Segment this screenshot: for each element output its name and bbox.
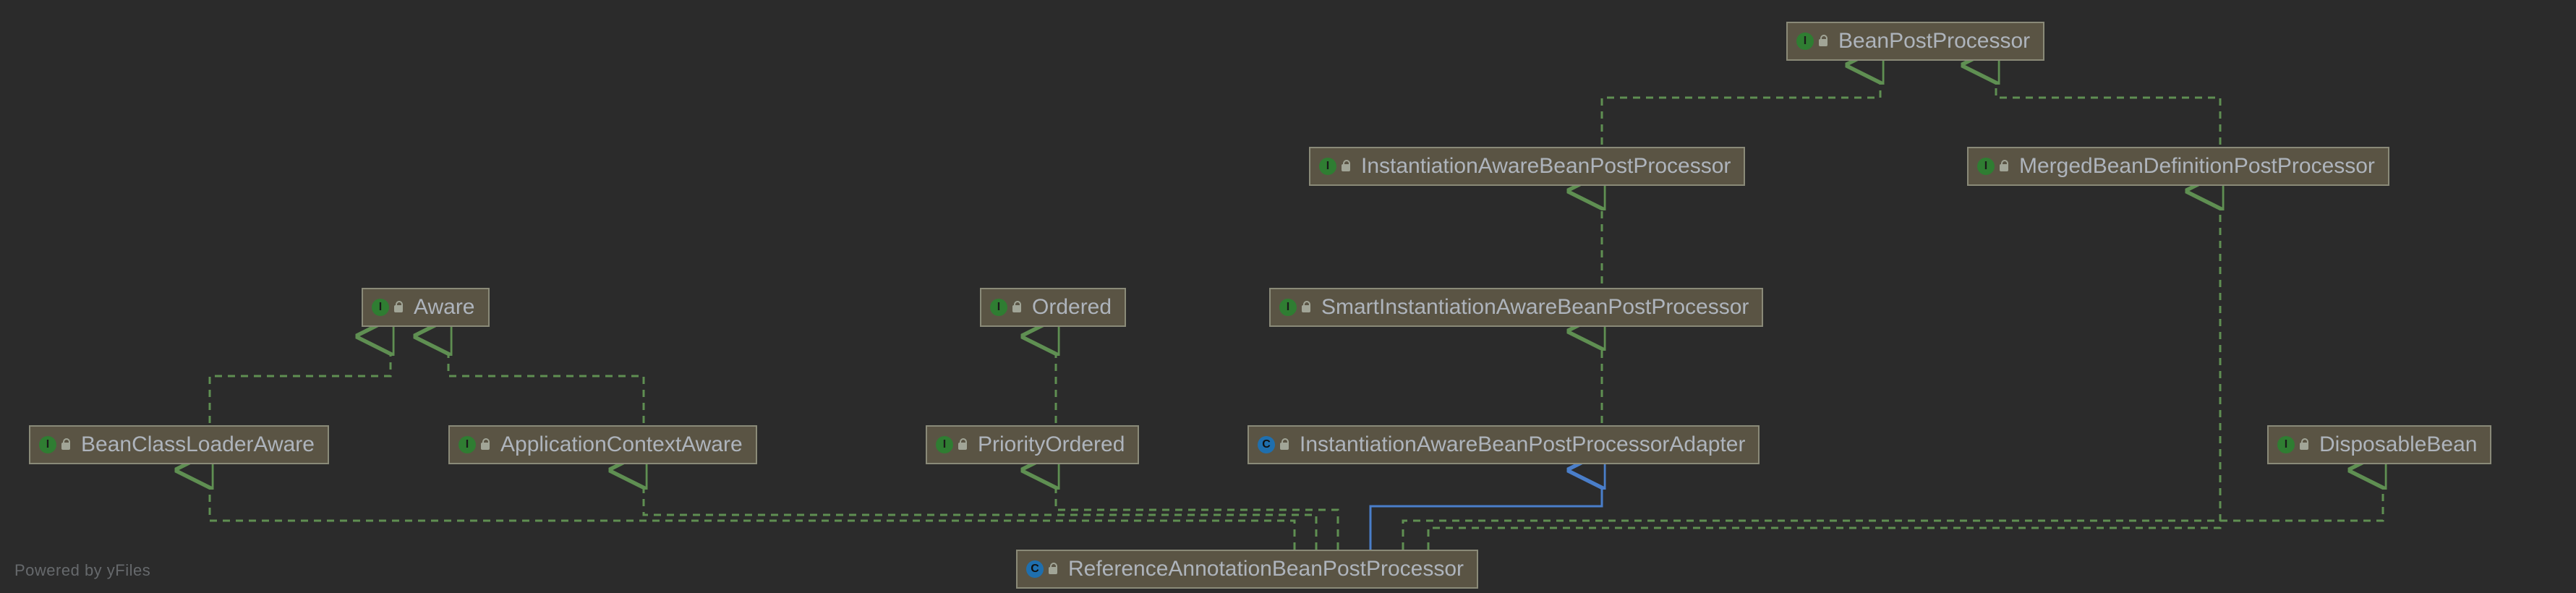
lock-icon (2298, 438, 2311, 451)
interface-icon: I (1796, 33, 1830, 50)
lock-icon (956, 438, 969, 451)
edge-bcla-to-aware (210, 336, 391, 423)
interface-icon: I (372, 299, 405, 316)
lock-icon (392, 301, 405, 314)
node-label: ApplicationContextAware (500, 432, 743, 457)
node-label: InstantiationAwareBeanPostProcessor (1361, 154, 1731, 179)
node-ref-anno-bpp[interactable]: C ReferenceAnnotationBeanPostProcessor (1016, 550, 1478, 589)
lock-icon (1339, 160, 1352, 173)
lock-icon (1010, 301, 1023, 314)
node-label: ReferenceAnnotationBeanPostProcessor (1068, 557, 1464, 581)
node-merged-bdpp[interactable]: I MergedBeanDefinitionPostProcessor (1967, 147, 2389, 186)
node-label: SmartInstantiationAwareBeanPostProcessor (1321, 295, 1749, 320)
node-priority-ordered[interactable]: I PriorityOrdered (926, 425, 1139, 464)
node-label: BeanPostProcessor (1838, 29, 2030, 54)
node-label: Aware (414, 295, 475, 320)
interface-icon: I (1319, 158, 1352, 175)
class-icon: C (1258, 436, 1291, 453)
lock-icon (1300, 301, 1313, 314)
edge-ref-to-disposable (1403, 470, 2383, 550)
node-label: PriorityOrdered (978, 432, 1125, 457)
class-icon: C (1026, 560, 1059, 578)
node-ordered[interactable]: I Ordered (980, 288, 1126, 327)
interface-icon: I (459, 436, 492, 453)
lock-icon (1278, 438, 1291, 451)
edge-ref-to-adapter (1370, 470, 1602, 550)
edge-ref-to-po (1056, 470, 1338, 550)
lock-icon (1046, 563, 1059, 576)
edge-aca-to-aware (448, 336, 644, 423)
edge-ref-to-merged (1428, 191, 2220, 550)
interface-icon: I (1977, 158, 2010, 175)
node-disposable-bean[interactable]: I DisposableBean (2267, 425, 2491, 464)
lock-icon (479, 438, 492, 451)
edge-instantiation-aware-to-bpp (1602, 65, 1880, 145)
interface-icon: I (39, 436, 72, 453)
node-label: Ordered (1032, 295, 1112, 320)
lock-icon (1817, 35, 1830, 48)
edge-ref-to-bcla (210, 470, 1295, 550)
interface-icon: I (990, 299, 1023, 316)
edge-merged-bdpp-to-bpp (1996, 65, 2220, 145)
interface-icon: I (2277, 436, 2311, 453)
credits-label: Powered by yFiles (14, 561, 150, 580)
node-aware[interactable]: I Aware (362, 288, 490, 327)
node-instantiation-aware-bpp[interactable]: I InstantiationAwareBeanPostProcessor (1309, 147, 1745, 186)
interface-icon: I (1279, 299, 1313, 316)
lock-icon (59, 438, 72, 451)
diagram-canvas: I BeanPostProcessor I InstantiationAware… (0, 0, 2576, 593)
edge-ref-to-aca (644, 470, 1316, 550)
node-label: InstantiationAwareBeanPostProcessorAdapt… (1300, 432, 1745, 457)
node-bean-post-processor[interactable]: I BeanPostProcessor (1786, 22, 2044, 61)
node-bean-class-loader-aware[interactable]: I BeanClassLoaderAware (29, 425, 329, 464)
node-label: BeanClassLoaderAware (81, 432, 315, 457)
node-smart-inst-aware-bpp[interactable]: I SmartInstantiationAwareBeanPostProcess… (1269, 288, 1763, 327)
node-inst-aware-bpp-adapter[interactable]: C InstantiationAwareBeanPostProcessorAda… (1248, 425, 1760, 464)
lock-icon (1997, 160, 2010, 173)
node-label: MergedBeanDefinitionPostProcessor (2019, 154, 2375, 179)
node-application-context-aware[interactable]: I ApplicationContextAware (448, 425, 757, 464)
interface-icon: I (936, 436, 969, 453)
node-label: DisposableBean (2319, 432, 2477, 457)
